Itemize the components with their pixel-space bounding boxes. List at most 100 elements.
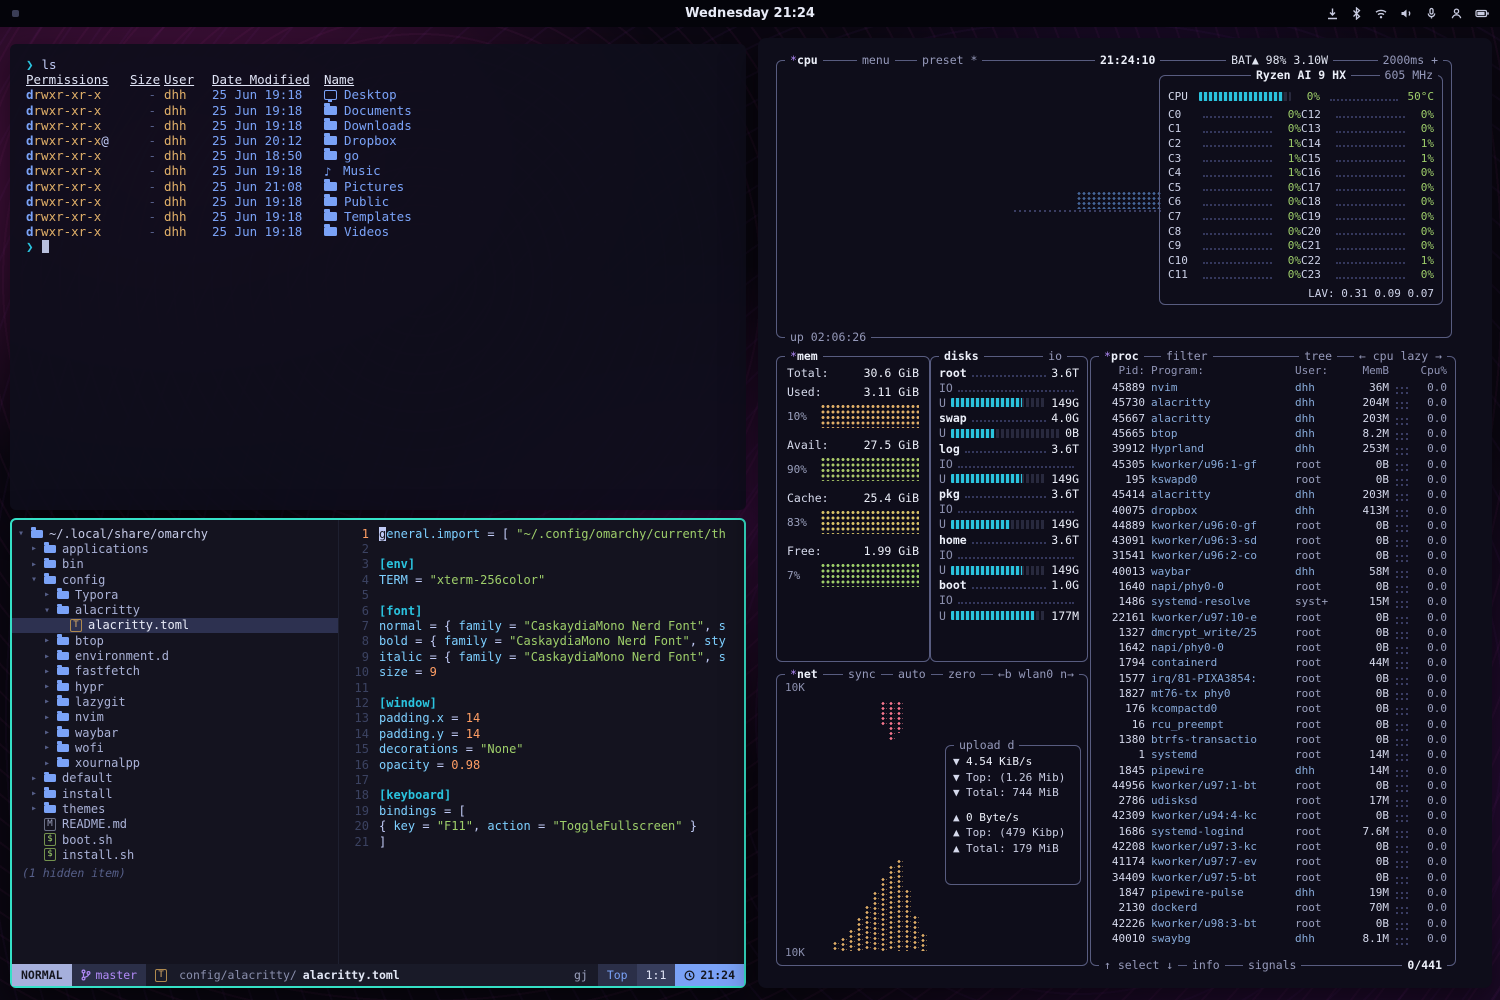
tree-item-waybar[interactable]: ▸waybar bbox=[12, 725, 338, 740]
process-row[interactable]: 34409kworker/u97:5-btroot0B0.0 bbox=[1091, 870, 1455, 885]
process-row[interactable]: 1845pipewiredhh14M0.0 bbox=[1091, 762, 1455, 777]
process-row[interactable]: 1486systemd-resolvesyst+15M0.0 bbox=[1091, 594, 1455, 609]
cpu-history-graph bbox=[1077, 191, 1161, 209]
tree-item-install[interactable]: ▸install bbox=[12, 786, 338, 801]
process-row[interactable]: 1794containerdroot44M0.0 bbox=[1091, 655, 1455, 670]
process-row[interactable]: 40075dropboxdhh413M0.0 bbox=[1091, 502, 1455, 517]
process-row[interactable]: 1systemdroot14M0.0 bbox=[1091, 747, 1455, 762]
process-row[interactable]: 42208kworker/u97:3-kcroot0B0.0 bbox=[1091, 839, 1455, 854]
tree-item-default[interactable]: ▸default bbox=[12, 771, 338, 786]
user-icon[interactable] bbox=[1450, 7, 1463, 20]
terminal-ls-window[interactable]: ❯ls Permissions Size User Date Modified … bbox=[10, 44, 746, 510]
disks-panel-title[interactable]: disks bbox=[939, 349, 984, 364]
btop-window[interactable]: *cpu menu preset * 21:24:10 BAT▲ 98% 3.1… bbox=[758, 38, 1492, 988]
filter-button[interactable]: filter bbox=[1161, 349, 1213, 364]
signals-button[interactable]: signals bbox=[1243, 958, 1301, 973]
process-row[interactable]: 16rcu_preemptroot0B0.0 bbox=[1091, 717, 1455, 732]
tree-item-themes[interactable]: ▸themes bbox=[12, 801, 338, 816]
workspace-indicator[interactable] bbox=[12, 10, 19, 17]
process-row[interactable]: 40010swaybgdhh8.1M0.0 bbox=[1091, 931, 1455, 946]
net-graph-column bbox=[873, 891, 879, 951]
process-row[interactable]: 44956kworker/u97:1-btroot0B0.0 bbox=[1091, 778, 1455, 793]
wifi-icon[interactable] bbox=[1374, 7, 1388, 20]
net-zero-button[interactable]: zero bbox=[943, 667, 981, 682]
process-row[interactable]: 45889nvimdhh36M0.0 bbox=[1091, 380, 1455, 395]
tree-item-readme-md[interactable]: MREADME.md bbox=[12, 817, 338, 832]
process-row[interactable]: 41174kworker/u97:7-evroot0B0.0 bbox=[1091, 854, 1455, 869]
tree-item-alacritty[interactable]: ▾alacritty bbox=[12, 602, 338, 617]
process-row[interactable]: 44889kworker/u96:0-gfroot0B0.0 bbox=[1091, 518, 1455, 533]
process-row[interactable]: 1686systemd-logindroot7.6M0.0 bbox=[1091, 824, 1455, 839]
menu-button[interactable]: menu bbox=[857, 53, 895, 68]
line-number: 13 bbox=[339, 711, 369, 725]
process-cpu: 0.0 bbox=[1417, 702, 1447, 715]
process-cpu-graph bbox=[1395, 876, 1411, 884]
process-row[interactable]: 45414alacrittydhh203M0.0 bbox=[1091, 487, 1455, 502]
process-row[interactable]: 2130dockerdroot70M0.0 bbox=[1091, 900, 1455, 915]
tree-item-wofi[interactable]: ▸wofi bbox=[12, 740, 338, 755]
process-name: kworker/u96:3-sd bbox=[1151, 534, 1289, 547]
io-mode-button[interactable]: io bbox=[1043, 349, 1067, 364]
process-row[interactable]: 1642napi/phy0-0root0B0.0 bbox=[1091, 640, 1455, 655]
microphone-icon[interactable] bbox=[1425, 7, 1438, 20]
process-row[interactable]: 2786udisksdroot17M0.0 bbox=[1091, 793, 1455, 808]
process-row[interactable]: 1380btrfs-transactioroot0B0.0 bbox=[1091, 732, 1455, 747]
tree-item-nvim[interactable]: ▸nvim bbox=[12, 710, 338, 725]
process-row[interactable]: 45665btopdhh8.2M0.0 bbox=[1091, 426, 1455, 441]
process-row[interactable]: 22161kworker/u97:10-eroot0B0.0 bbox=[1091, 609, 1455, 624]
process-row[interactable]: 31541kworker/u96:2-coroot0B0.0 bbox=[1091, 548, 1455, 563]
editor[interactable]: 1general.import = [ "~/.config/omarchy/c… bbox=[338, 520, 744, 964]
tree-item-lazygit[interactable]: ▸lazygit bbox=[12, 694, 338, 709]
download-tray-icon[interactable] bbox=[1326, 7, 1339, 20]
tree-item-hypr[interactable]: ▸hypr bbox=[12, 679, 338, 694]
tree-item-fastfetch[interactable]: ▸fastfetch bbox=[12, 664, 338, 679]
volume-icon[interactable] bbox=[1400, 7, 1413, 20]
process-row[interactable]: 1577irq/81-PIXA3854:root0B0.0 bbox=[1091, 671, 1455, 686]
shell-prompt-empty[interactable]: ❯ bbox=[26, 239, 730, 254]
tree-item-environment-d[interactable]: ▸environment.d bbox=[12, 648, 338, 663]
tree-item-install-sh[interactable]: $install.sh bbox=[12, 847, 338, 862]
net-auto-button[interactable]: auto bbox=[893, 667, 931, 682]
process-row[interactable]: 1827mt76-tx phy0root0B0.0 bbox=[1091, 686, 1455, 701]
cpu-panel-title[interactable]: *cpu bbox=[785, 53, 823, 68]
tree-item-alacritty-toml[interactable]: Talacritty.toml bbox=[12, 618, 338, 633]
process-row[interactable]: 45730alacrittydhh204M0.0 bbox=[1091, 395, 1455, 410]
info-button[interactable]: info bbox=[1187, 958, 1225, 973]
tree-item-typora[interactable]: ▸Typora bbox=[12, 587, 338, 602]
tree-toggle-button[interactable]: tree bbox=[1299, 349, 1337, 364]
tree-item-btop[interactable]: ▸btop bbox=[12, 633, 338, 648]
git-branch[interactable]: master bbox=[72, 964, 147, 986]
tree-item-bin[interactable]: ▸bin bbox=[12, 557, 338, 572]
process-row[interactable]: 42309kworker/u94:4-kcroot0B0.0 bbox=[1091, 808, 1455, 823]
process-row[interactable]: 42226kworker/u98:3-btroot0B0.0 bbox=[1091, 915, 1455, 930]
process-row[interactable]: 1847pipewire-pulsedhh19M0.0 bbox=[1091, 885, 1455, 900]
process-row[interactable]: 1640napi/phy0-0root0B0.0 bbox=[1091, 579, 1455, 594]
tree-item-xournalpp[interactable]: ▸xournalpp bbox=[12, 755, 338, 770]
process-pid: 195 bbox=[1099, 473, 1145, 486]
tree-root[interactable]: ▾ ~/.local/share/omarchy bbox=[12, 526, 338, 541]
net-panel-title[interactable]: *net bbox=[785, 667, 823, 682]
proc-panel-title[interactable]: *proc bbox=[1099, 349, 1144, 364]
process-row[interactable]: 45667alacrittydhh203M0.0 bbox=[1091, 411, 1455, 426]
sort-selector[interactable]: ← cpu lazy → bbox=[1354, 349, 1447, 364]
tree-item-boot-sh[interactable]: $boot.sh bbox=[12, 832, 338, 847]
mem-panel-title[interactable]: *mem bbox=[785, 349, 823, 364]
net-sync-button[interactable]: sync bbox=[843, 667, 881, 682]
process-row[interactable]: 45305kworker/u96:1-gfroot0B0.0 bbox=[1091, 456, 1455, 471]
bluetooth-icon[interactable] bbox=[1351, 7, 1362, 20]
tree-item-config[interactable]: ▾config bbox=[12, 572, 338, 587]
tree-item-applications[interactable]: ▸applications bbox=[12, 541, 338, 556]
net-interface[interactable]: ←b wlan0 n→ bbox=[993, 667, 1079, 682]
process-row[interactable]: 39912Hyprlanddhh253M0.0 bbox=[1091, 441, 1455, 456]
terminal-nvim-window[interactable]: ▾ ~/.local/share/omarchy ▸applications▸b… bbox=[10, 518, 746, 988]
process-row[interactable]: 176kcompactd0root0B0.0 bbox=[1091, 701, 1455, 716]
chevron-right-icon: ▸ bbox=[44, 681, 57, 692]
process-row[interactable]: 40013waybardhh58M0.0 bbox=[1091, 564, 1455, 579]
process-row[interactable]: 1327dmcrypt_write/25root0B0.0 bbox=[1091, 625, 1455, 640]
preset-button[interactable]: preset * bbox=[917, 53, 982, 68]
process-row[interactable]: 43091kworker/u96:3-sdroot0B0.0 bbox=[1091, 533, 1455, 548]
process-row[interactable]: 195kswapd0root0B0.0 bbox=[1091, 472, 1455, 487]
battery-icon[interactable] bbox=[1475, 7, 1490, 20]
update-interval[interactable]: 2000ms + bbox=[1378, 53, 1443, 68]
select-hint[interactable]: ↑ select ↓ bbox=[1099, 958, 1178, 973]
